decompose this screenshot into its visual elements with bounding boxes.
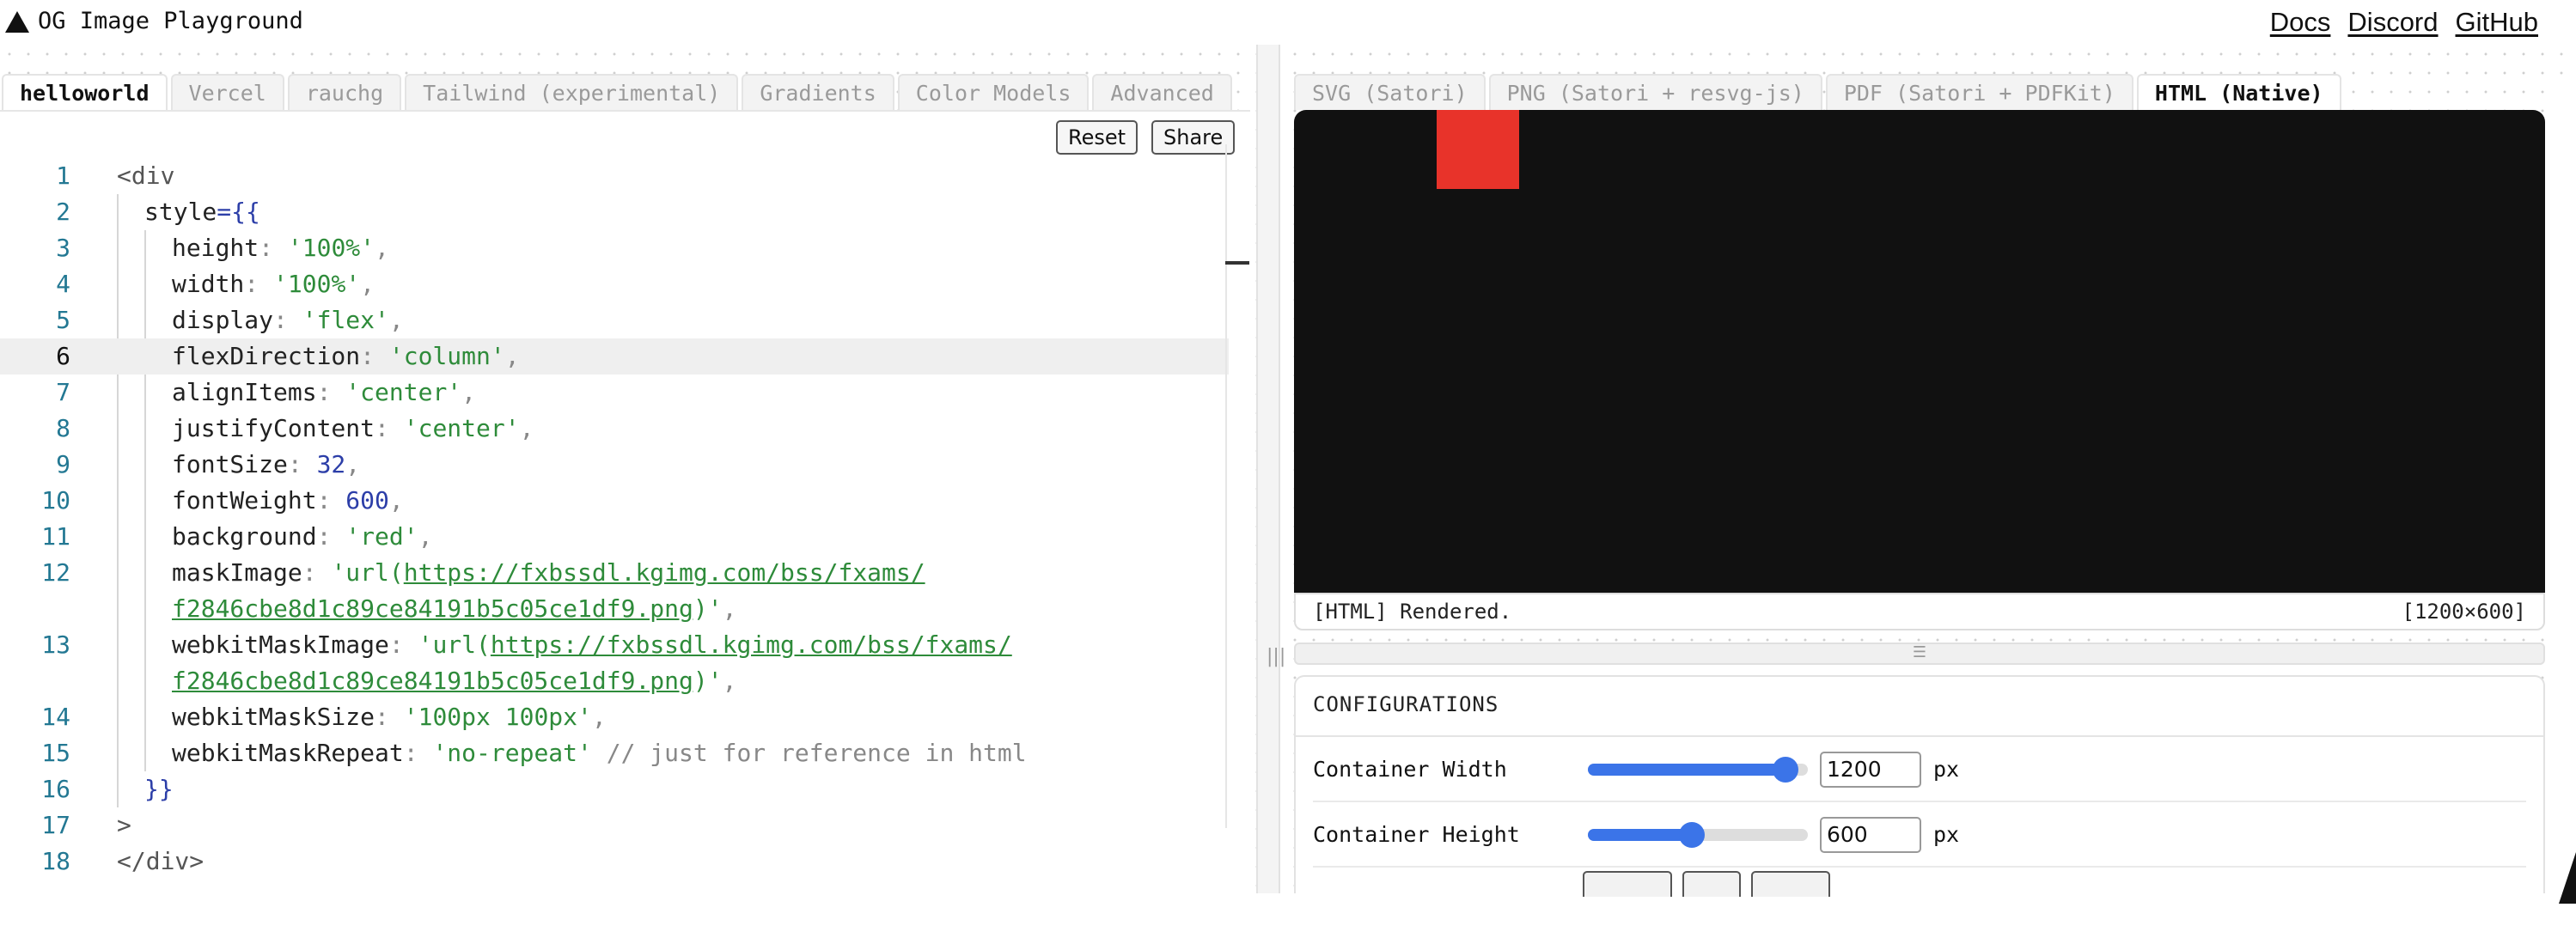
header-links: Docs Discord GitHub [2270, 5, 2538, 40]
container-height-input[interactable]: 600 [1820, 817, 1921, 853]
tab-rauchg[interactable]: rauchg [287, 74, 402, 110]
container-height-label: Container Height [1313, 822, 1520, 847]
tab-png-satori-resvg[interactable]: PNG (Satori + resvg-js) [1488, 74, 1822, 110]
slider-fill [1588, 764, 1785, 776]
container-height-slider[interactable] [1588, 822, 1808, 848]
vertical-resize-handle[interactable] [1256, 45, 1280, 893]
partially-visible-row [1313, 868, 2526, 933]
app-title: OG Image Playground [38, 8, 303, 34]
preview-tabs: SVG (Satori) PNG (Satori + resvg-js) PDF… [1294, 74, 2341, 110]
github-link[interactable]: GitHub [2456, 5, 2538, 40]
tab-helloworld[interactable]: helloworld [2, 74, 168, 110]
code-line: 16}} [41, 775, 174, 803]
slider-thumb[interactable] [1679, 822, 1706, 848]
editor-tabs: helloworld Vercel rauchg Tailwind (exper… [2, 74, 1232, 110]
code-line: 8 justifyContent: 'center', [56, 414, 534, 442]
app-header: OG Image Playground Docs Discord GitHub [0, 0, 2576, 45]
code-line: 4 width: '100%', [56, 270, 375, 298]
code-line: 18 </div> [41, 847, 204, 875]
slider-thumb[interactable] [1772, 757, 1798, 783]
code-line: 17 > [41, 811, 131, 839]
code-line: 7 alignItems: 'center', [56, 378, 477, 406]
width-unit: px [1933, 757, 1960, 782]
tab-html-native[interactable]: HTML (Native) [2136, 74, 2341, 110]
configurations-heading: CONFIGURATIONS [1313, 692, 1499, 716]
tab-pdf-satori-pdfkit[interactable]: PDF (Satori + PDFKit) [1825, 74, 2133, 110]
horizontal-resize-handle[interactable]: ☰ [1294, 643, 2545, 665]
render-status-bar: [HTML] Rendered. [1200×600] [1294, 593, 2545, 630]
status-message: [HTML] Rendered. [1313, 600, 1512, 624]
code-line: 2 style={{ [56, 198, 260, 226]
slider-fill [1588, 829, 1693, 841]
tab-gradients[interactable]: Gradients [742, 74, 894, 110]
editor-scroll-marker [1225, 261, 1249, 265]
container-width-row: Container Width 1200 px [1313, 737, 2526, 802]
render-size: [1200×600] [2402, 600, 2527, 624]
mask-image-link[interactable]: f2846cbe8d1c89ce84191b5c05ce1df9.png [172, 594, 693, 623]
window-corner [2559, 852, 2576, 904]
code-line: 14 webkitMaskSize: '100px 100px', [41, 703, 607, 731]
code-line: 12 maskImage: 'url(https://fxbssdl.kgimg.… [41, 558, 925, 623]
code-lines: 1 <div 2 style={{ 3 height: '100%', 4 width:… [0, 158, 1229, 880]
code-line: 15 webkitMaskRepeat: 'no-repeat' // just … [41, 739, 1027, 767]
code-line: 9 fontSize: 32, [56, 450, 361, 478]
preview-canvas [1294, 110, 2545, 593]
drag-handle-icon: ||| [1267, 646, 1286, 667]
share-button[interactable]: Share [1151, 120, 1236, 155]
container-height-row: Container Height 600 px [1313, 802, 2526, 868]
mask-image-link[interactable]: https://fxbssdl.kgimg.com/bss/fxams/ [404, 558, 925, 587]
tab-color-models[interactable]: Color Models [897, 74, 1090, 110]
rendered-red-box [1437, 110, 1519, 189]
container-width-slider[interactable] [1588, 757, 1808, 783]
reset-button[interactable]: Reset [1056, 120, 1138, 155]
tab-vercel[interactable]: Vercel [170, 74, 284, 110]
code-line: 3 height: '100%', [56, 234, 389, 262]
webkit-mask-image-link[interactable]: f2846cbe8d1c89ce84191b5c05ce1df9.png [172, 667, 693, 695]
webkit-mask-image-link[interactable]: https://fxbssdl.kgimg.com/bss/fxams/ [491, 630, 1012, 659]
configurations-panel: CONFIGURATIONS Container Width 1200 px C… [1294, 675, 2545, 897]
tab-tailwind[interactable]: Tailwind (experimental) [405, 74, 739, 110]
tab-svg-satori[interactable]: SVG (Satori) [1294, 74, 1486, 110]
code-line: 5 display: 'flex', [56, 306, 404, 334]
height-unit: px [1933, 822, 1960, 847]
code-line: 10 fontWeight: 600, [41, 486, 404, 515]
app-logo: OG Image Playground [5, 7, 303, 36]
triangle-logo-icon [5, 10, 29, 33]
page-edge [2559, 89, 2576, 938]
code-line: 13 webkitMaskImage: 'url(https://fxbssdl.… [41, 630, 1012, 695]
workspace: helloworld Vercel rauchg Tailwind (exper… [0, 45, 2576, 938]
container-width-label: Container Width [1313, 757, 1507, 782]
docs-link[interactable]: Docs [2270, 5, 2331, 40]
tab-advanced[interactable]: Advanced [1092, 74, 1232, 110]
discord-link[interactable]: Discord [2347, 5, 2438, 40]
container-width-input[interactable]: 1200 [1820, 752, 1921, 788]
code-line-current: 6 flexDirection: 'column', [0, 338, 1229, 375]
editor-scrollbar[interactable] [1225, 144, 1227, 828]
code-line: 1 <div [56, 161, 175, 190]
code-line: 11 background: 'red', [41, 522, 433, 551]
